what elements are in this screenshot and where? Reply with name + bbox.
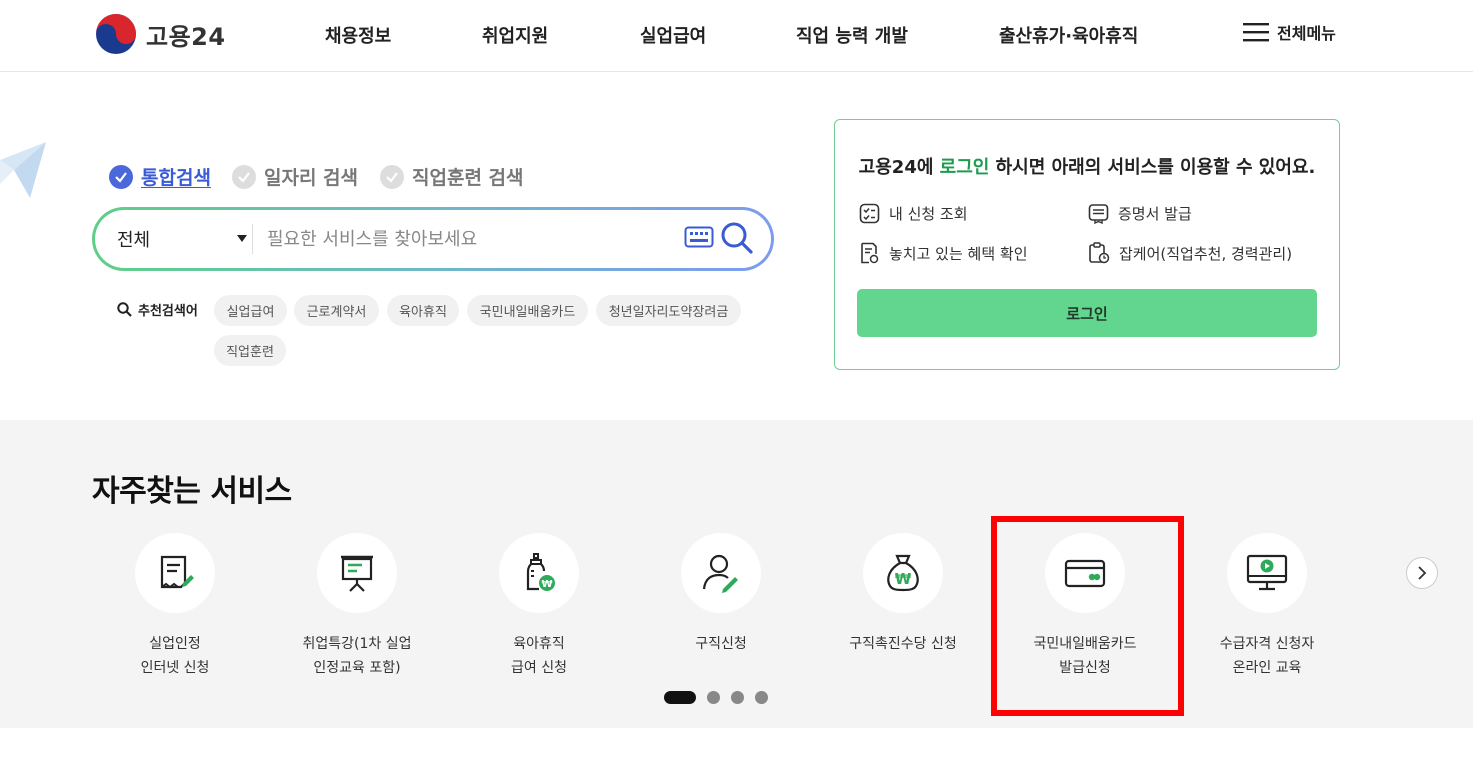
keyword-chip[interactable]: 근로계약서 — [294, 295, 379, 326]
page-dot[interactable] — [755, 691, 768, 704]
page-dot[interactable] — [707, 691, 720, 704]
logo[interactable]: 고용24 — [94, 12, 226, 56]
site-header: 고용24 채용정보 취업지원 실업급여 직업 능력 개발 출산휴가·육아휴직 전… — [0, 0, 1473, 72]
login-service-label: 놓치고 있는 혜택 확인 — [889, 244, 1028, 263]
chevron-right-icon — [1418, 566, 1427, 580]
monitor-play-icon — [1246, 554, 1288, 591]
search-input[interactable] — [267, 222, 667, 256]
tab-label: 일자리 검색 — [264, 167, 359, 189]
carousel-next-button[interactable] — [1406, 557, 1438, 589]
service-label-line2: 인정교육 포함) — [313, 660, 401, 676]
login-message-suffix: 하시면 아래의 서비스를 이용할 수 있어요. — [989, 157, 1316, 178]
recommended-label-text: 추천검색어 — [138, 304, 198, 319]
search-icon — [117, 302, 132, 317]
nav-vocational-training[interactable]: 직업 능력 개발 — [796, 22, 908, 48]
money-bag-icon: ₩ — [887, 554, 919, 592]
login-service-jobcare: 잡케어(직업추천, 경력관리) — [1088, 242, 1292, 264]
check-icon — [232, 164, 256, 189]
search-bar: 전체 — [92, 207, 774, 271]
page-dot[interactable] — [731, 691, 744, 704]
svg-text:₩: ₩ — [895, 570, 912, 588]
checklist-icon — [859, 203, 880, 224]
tab-job-search[interactable]: 일자리 검색 — [232, 163, 358, 190]
carousel-pagination — [664, 691, 768, 704]
recommended-keywords-label: 추천검색어 — [117, 300, 198, 319]
all-menu-button[interactable]: 전체메뉴 — [1243, 20, 1336, 44]
login-button[interactable]: 로그인 — [857, 289, 1317, 337]
svg-text:₩: ₩ — [541, 579, 552, 590]
service-label-line2: 급여 신청 — [511, 660, 567, 676]
tab-integrated-search[interactable]: 통합검색 — [109, 163, 211, 190]
service-online-education[interactable]: 수급자격 신청자온라인 교육 — [1177, 533, 1357, 680]
presentation-board-icon — [341, 555, 373, 592]
service-label-line2: 인터넷 신청 — [140, 660, 210, 676]
login-message: 고용24에 로그인 하시면 아래의 서비스를 이용할 수 있어요. — [835, 153, 1339, 179]
login-service-missed-benefits: 놓치고 있는 혜택 확인 — [859, 242, 1028, 264]
taegeuk-logo-icon — [96, 14, 136, 54]
login-service-my-applications: 내 신청 조회 — [859, 203, 968, 224]
tab-training-search[interactable]: 직업훈련 검색 — [380, 163, 524, 190]
baby-bottle-won-icon: ₩ — [526, 553, 555, 591]
check-icon — [380, 164, 404, 189]
service-label-line1: 실업인정 — [149, 636, 201, 652]
service-label-line1: 육아휴직 — [513, 636, 565, 652]
service-job-application[interactable]: 구직신청 — [631, 533, 811, 656]
keyboard-icon[interactable] — [684, 226, 714, 248]
all-menu-label: 전체메뉴 — [1277, 24, 1336, 43]
person-pen-icon — [702, 554, 738, 593]
tab-label: 직업훈련 검색 — [412, 167, 524, 189]
search-icon[interactable] — [720, 221, 754, 255]
service-job-promotion-allowance[interactable]: ₩ 구직촉진수당 신청 — [813, 533, 993, 656]
document-pen-icon — [160, 555, 194, 589]
service-parental-leave-benefit[interactable]: ₩ 육아휴직급여 신청 — [449, 533, 629, 680]
document-search-icon — [861, 242, 879, 264]
keyword-chip[interactable]: 실업급여 — [214, 295, 287, 326]
login-message-prefix: 고용24에 — [858, 157, 940, 178]
login-panel: 고용24에 로그인 하시면 아래의 서비스를 이용할 수 있어요. 내 신청 조… — [834, 119, 1340, 370]
frequent-services-section: 자주찾는 서비스 실업인정인터넷 신청 취업특강(1차 실업인정교육 포함) — [0, 420, 1473, 728]
paper-plane-icon — [0, 142, 46, 198]
logo-text: 고용24 — [146, 22, 226, 51]
login-service-label: 증명서 발급 — [1118, 205, 1192, 223]
search-scope-value: 전체 — [117, 230, 151, 251]
service-employment-lecture[interactable]: 취업특강(1차 실업인정교육 포함) — [267, 533, 447, 680]
keyword-chip[interactable]: 국민내일배움카드 — [467, 295, 588, 326]
section-title: 자주찾는 서비스 — [92, 474, 292, 509]
service-label-line1: 구직신청 — [695, 636, 747, 652]
nav-parental-leave[interactable]: 출산휴가·육아휴직 — [999, 22, 1138, 48]
certificate-icon — [1088, 204, 1109, 224]
nav-jobs[interactable]: 채용정보 — [325, 22, 391, 48]
login-message-highlight: 로그인 — [939, 157, 990, 178]
divider — [252, 224, 253, 254]
search-scope-select[interactable]: 전체 — [117, 226, 247, 252]
login-service-label: 잡케어(직업추천, 경력관리) — [1119, 244, 1293, 263]
caret-down-icon — [237, 235, 247, 242]
login-service-certificate: 증명서 발급 — [1088, 203, 1192, 224]
keyword-chip[interactable]: 직업훈련 — [214, 335, 286, 366]
clipboard-clock-icon — [1089, 242, 1110, 264]
service-unemployment-certification[interactable]: 실업인정인터넷 신청 — [85, 533, 265, 680]
service-label-line1: 구직촉진수당 신청 — [849, 636, 957, 652]
service-label-line2: 온라인 교육 — [1232, 660, 1302, 676]
login-service-label: 내 신청 조회 — [889, 205, 968, 223]
tab-label: 통합검색 — [141, 167, 211, 189]
keyword-chip[interactable]: 육아휴직 — [387, 295, 459, 326]
service-label-line1: 취업특강(1차 실업 — [302, 636, 412, 652]
hamburger-icon — [1243, 23, 1269, 42]
page-dot[interactable] — [664, 691, 696, 704]
highlight-annotation-box — [991, 516, 1184, 716]
nav-employment-support[interactable]: 취업지원 — [482, 22, 548, 48]
keyword-chip[interactable]: 청년일자리도약장려금 — [596, 295, 741, 326]
check-icon — [109, 164, 133, 189]
service-label-line1: 수급자격 신청자 — [1219, 636, 1315, 652]
nav-unemployment-benefit[interactable]: 실업급여 — [640, 22, 706, 48]
